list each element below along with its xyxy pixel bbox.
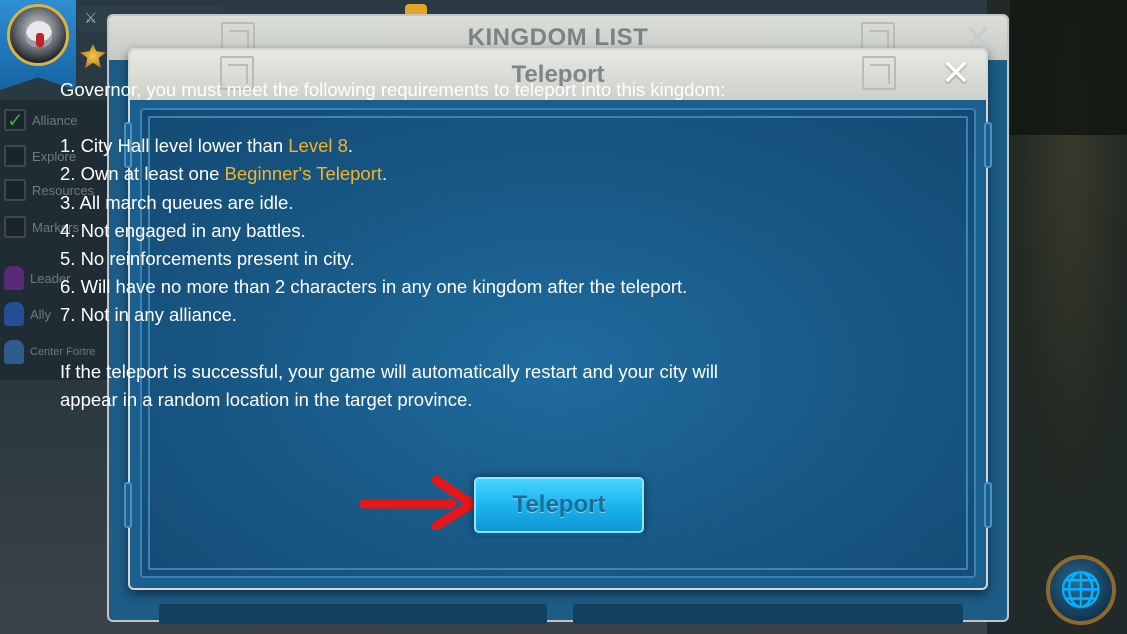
- requirement-item: 4. Not engaged in any battles.: [60, 219, 306, 241]
- kingdom-list-tab[interactable]: [573, 604, 963, 624]
- requirement-item: 7. Not in any alliance.: [60, 304, 237, 326]
- requirement-item: 2. Own at least one Beginner's Teleport.: [60, 163, 388, 185]
- checkbox-icon[interactable]: [4, 145, 26, 167]
- fortress-figure-icon: [4, 340, 24, 364]
- checkbox-icon[interactable]: [4, 179, 26, 201]
- red-arrow-annotation: [360, 475, 477, 530]
- requirement-item: 1. City Hall level lower than Level 8.: [60, 135, 354, 157]
- requirement-highlight: Level 8: [288, 135, 348, 157]
- requirement-highlight: Beginner's Teleport: [224, 163, 383, 185]
- footer-text: appear in a random location in the targe…: [60, 388, 473, 410]
- globe-icon[interactable]: 🌐: [1046, 555, 1116, 625]
- intro-text: Governor, you must meet the following re…: [60, 79, 726, 100]
- teleport-requirements-text: Governor, you must meet the following re…: [60, 76, 800, 414]
- avatar[interactable]: [7, 4, 69, 66]
- frame-notch: [124, 482, 132, 528]
- legend-label: Ally: [30, 306, 51, 322]
- requirement-item: 3. All march queues are idle.: [60, 191, 294, 213]
- ally-figure-icon: [4, 302, 24, 326]
- footer-text: If the teleport is successful, your game…: [60, 360, 719, 382]
- plume-icon: [36, 33, 44, 47]
- close-icon[interactable]: ✕: [940, 55, 972, 91]
- requirement-item: 6. Will have no more than 2 characters i…: [60, 276, 688, 298]
- frame-notch: [984, 482, 992, 528]
- sword-icon: ⚔: [84, 10, 98, 27]
- teleport-button[interactable]: Teleport: [474, 477, 644, 533]
- leader-figure-icon: [4, 266, 24, 290]
- requirement-item: 5. No reinforcements present in city.: [60, 248, 355, 270]
- kingdom-list-tab[interactable]: [159, 604, 547, 624]
- map-shadow: [1010, 0, 1127, 135]
- checkbox-icon[interactable]: [4, 108, 26, 133]
- frame-notch: [984, 122, 992, 168]
- checkbox-icon[interactable]: [4, 216, 26, 238]
